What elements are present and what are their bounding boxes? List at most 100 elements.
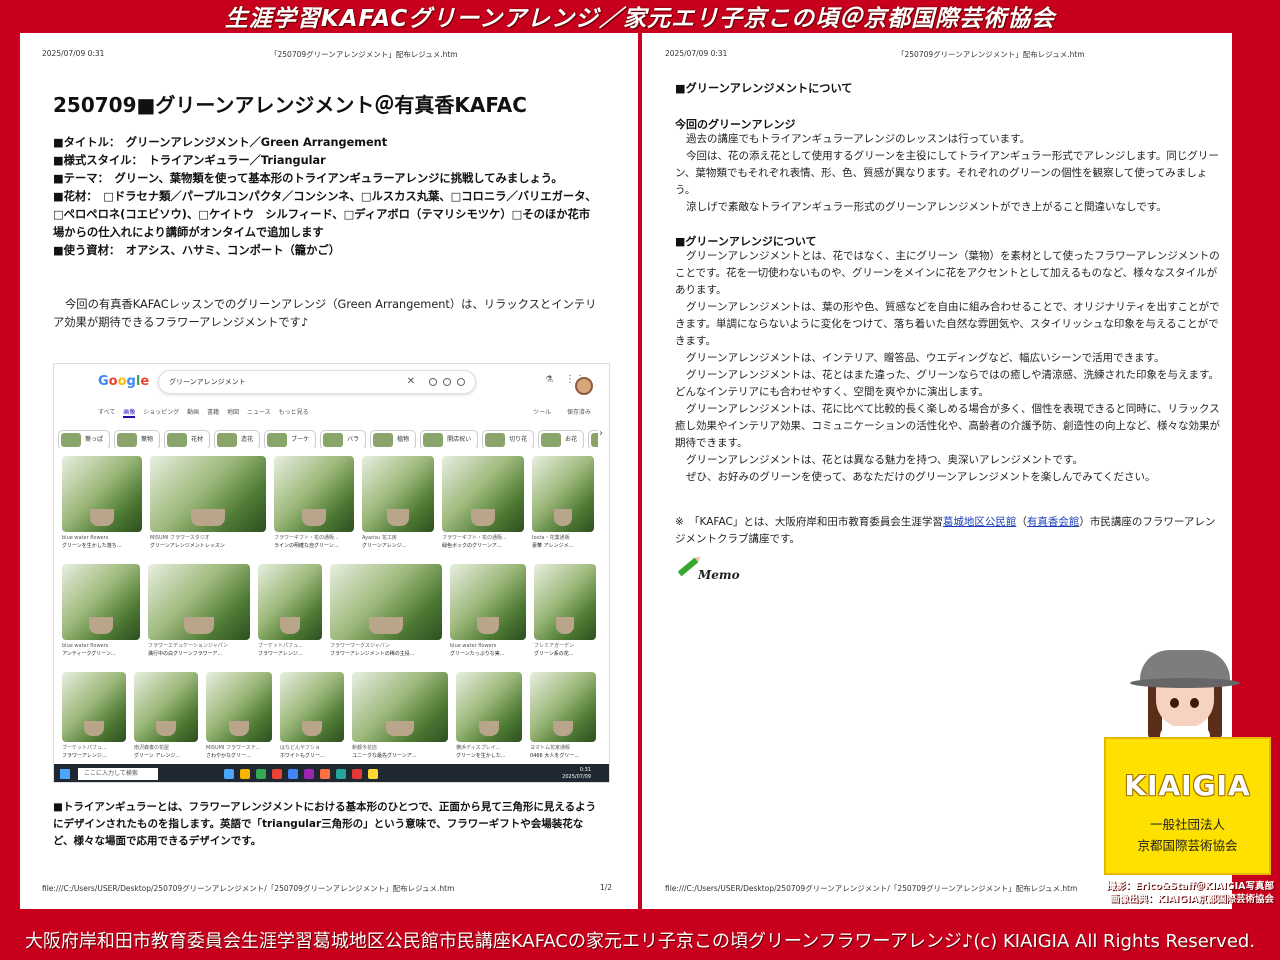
- image-thumbnail[interactable]: [530, 672, 596, 742]
- chip[interactable]: お花: [538, 430, 585, 448]
- camera-icon[interactable]: [443, 378, 451, 386]
- chevron-right-icon[interactable]: ›: [599, 428, 603, 439]
- google-logo: Google: [98, 374, 150, 389]
- image-thumbnail[interactable]: [150, 456, 266, 532]
- app-icon[interactable]: [240, 769, 250, 779]
- image-thumbnail[interactable]: [62, 456, 142, 532]
- chip[interactable]: バラ: [320, 430, 367, 448]
- app-icon[interactable]: [288, 769, 298, 779]
- org-name: 京都国際芸術協会: [1137, 838, 1238, 853]
- image-thumbnail[interactable]: [258, 564, 322, 640]
- field-materials: ■花材： □ドラセナ類／パープルコンパクタ／コンシンネ、□ルスカス丸葉、□コロニ…: [53, 190, 597, 239]
- chip[interactable]: 葉っぱ: [58, 430, 111, 448]
- left-footer-path: file:///C:/Users/USER/Desktop/250709グリーン…: [42, 884, 455, 893]
- image-thumbnail[interactable]: [534, 564, 596, 640]
- clear-icon[interactable]: ✕: [407, 371, 415, 393]
- image-thumbnail[interactable]: [134, 672, 198, 742]
- image-caption: 横浜ディスプレイ... グリーンを生かした...: [456, 745, 506, 759]
- image-thumbnail[interactable]: [456, 672, 522, 742]
- tab-images[interactable]: 画像: [123, 409, 136, 418]
- tab-videos[interactable]: 動画: [187, 409, 199, 416]
- chip[interactable]: 切り花: [482, 430, 535, 448]
- image-thumbnail[interactable]: [62, 564, 140, 640]
- chip[interactable]: 造花: [214, 430, 261, 448]
- left-footer-page: 1/2: [600, 883, 613, 892]
- app-icon[interactable]: [304, 769, 314, 779]
- image-caption: blue water flowers グリーンたっぷりな実...: [450, 643, 505, 657]
- image-thumbnail[interactable]: [450, 564, 526, 640]
- image-thumbnail[interactable]: [352, 672, 448, 742]
- tab-maps[interactable]: 地図: [227, 409, 239, 416]
- app-icon[interactable]: [256, 769, 266, 779]
- bottom-banner-copyright: 大阪府岸和田市教育委員会生涯学習葛城地区公民館市民講座KAFACの家元エリ子京こ…: [24, 931, 1256, 952]
- saved-button[interactable]: 保存済み: [567, 409, 591, 416]
- google-images-screenshot: Google グリーンアレンジメント ✕ ⚗ ⋮⋮ すべて 画像 ショッピング …: [53, 363, 610, 783]
- left-header-date: 2025/07/09 0:31: [42, 49, 105, 58]
- taskbar-search-input[interactable]: ここに入力して検索: [78, 768, 158, 780]
- field-tools: ■使う資材： オアシス、ハサミ、コンポート（籠かご）: [53, 244, 340, 257]
- tab-all[interactable]: すべて: [98, 409, 115, 416]
- image-thumbnail[interactable]: [274, 456, 354, 532]
- search-tabs: すべて 画像 ショッピング 動画 書籍 地図 ニュース もっと見る: [98, 407, 309, 418]
- image-thumbnail[interactable]: [330, 564, 442, 640]
- chip[interactable]: 植物: [370, 430, 417, 448]
- kiaigia-logo-box: KIAIGIA 一般社団法人 京都国際芸術協会: [1104, 737, 1271, 875]
- chip[interactable]: 開店祝い: [420, 430, 479, 448]
- image-caption: ヨマトム花家通販 0466 大人をグリー...: [530, 745, 580, 759]
- tools-button[interactable]: ツール: [533, 409, 551, 416]
- image-thumbnail[interactable]: [206, 672, 272, 742]
- tab-books[interactable]: 書籍: [207, 409, 219, 416]
- image-row-3: ブーケットパフュ... フラワーアレンジ... 南沢森奏の花屋 グリーン アレンジ.…: [58, 672, 598, 772]
- windows-start-icon[interactable]: [60, 769, 70, 779]
- image-row-2: blue water flowers アンティークグリーン... フラワーエデュケ…: [58, 564, 598, 664]
- left-document-page: 2025/07/09 0:31 「250709グリーンアレンジメント」配布レジュ…: [20, 33, 638, 909]
- tools-area: ツール 保存済み: [533, 407, 591, 416]
- image-caption: Ioota・花業通販 豪華 アレンジメ...: [532, 535, 574, 549]
- link-katsuragi-community-center[interactable]: 葛城地区公民館: [943, 516, 1017, 528]
- right-footer-path: file:///C:/Users/USER/Desktop/250709グリーン…: [665, 884, 1078, 893]
- microphone-icon[interactable]: [429, 378, 437, 386]
- avatar[interactable]: [575, 377, 593, 395]
- app-icon[interactable]: [224, 769, 234, 779]
- link-umaka-hall[interactable]: 有真香会館: [1027, 516, 1080, 528]
- image-thumbnail[interactable]: [442, 456, 524, 532]
- tab-more[interactable]: もっと見る: [279, 409, 309, 416]
- app-icon[interactable]: [368, 769, 378, 779]
- top-banner-title: 生涯学習KAFACグリーンアレンジ／家元エリ子京この頃＠京都国際芸術協会: [224, 6, 1056, 32]
- mascot-illustration: [1130, 650, 1240, 750]
- tab-news[interactable]: ニュース: [247, 409, 271, 416]
- image-caption: フラワーギフト・花の通販... ラインの明確な自グリーン...: [274, 535, 339, 549]
- app-icon[interactable]: [336, 769, 346, 779]
- app-icon[interactable]: [352, 769, 362, 779]
- labs-icon[interactable]: ⚗: [545, 375, 553, 385]
- image-caption: blue water flowers アンティークグリーン...: [62, 643, 116, 657]
- field-title: ■タイトル： グリーンアレンジメント／Green Arrangement: [53, 136, 388, 149]
- image-caption: MISUMI フラワーステ... さわやかなグリー...: [206, 745, 261, 759]
- image-row-1: blue water flowers グリーンを生かした落ち... MISUMI …: [58, 456, 598, 556]
- kafac-footnote: ※ 「KAFAC」とは、大阪府岸和田市教育委員会生涯学習葛城地区公民館（有真香会…: [675, 516, 1216, 545]
- pencil-icon: [677, 557, 699, 577]
- image-caption: Ayarisu 花工房 グリーンアレンジ...: [362, 535, 407, 549]
- search-icon[interactable]: [457, 378, 465, 386]
- app-icon[interactable]: [320, 769, 330, 779]
- search-input[interactable]: グリーンアレンジメント ✕: [158, 370, 476, 394]
- image-caption: ブーケットパフュ... フラワーアレンジ...: [62, 745, 107, 759]
- memo-label: Memo: [698, 568, 740, 582]
- chip[interactable]: 葉物: [114, 430, 161, 448]
- image-thumbnail[interactable]: [532, 456, 594, 532]
- chip[interactable]: 花器: [588, 430, 598, 448]
- right-header-title: 「250709グリーンアレンジメント」配布レジュメ.htm: [897, 50, 1085, 59]
- left-header-title: 「250709グリーンアレンジメント」配布レジュメ.htm: [270, 50, 458, 59]
- app-icon[interactable]: [272, 769, 282, 779]
- chip[interactable]: ブーケ: [264, 430, 317, 448]
- triangular-note: ■トライアンギュラーとは、フラワーアレンジメントにおける基本形のひとつで、正面か…: [53, 801, 597, 847]
- image-thumbnail[interactable]: [148, 564, 250, 640]
- image-caption: blue water flowers グリーンを生かした落ち...: [62, 535, 122, 549]
- tab-shopping[interactable]: ショッピング: [143, 409, 179, 416]
- image-caption: はなどんヤフショ ホワイトもグリー...: [280, 745, 325, 759]
- image-thumbnail[interactable]: [62, 672, 126, 742]
- image-thumbnail[interactable]: [362, 456, 434, 532]
- chip[interactable]: 花材: [164, 430, 211, 448]
- subheading-about: ■グリーンアレンジについて: [675, 235, 817, 248]
- image-thumbnail[interactable]: [280, 672, 344, 742]
